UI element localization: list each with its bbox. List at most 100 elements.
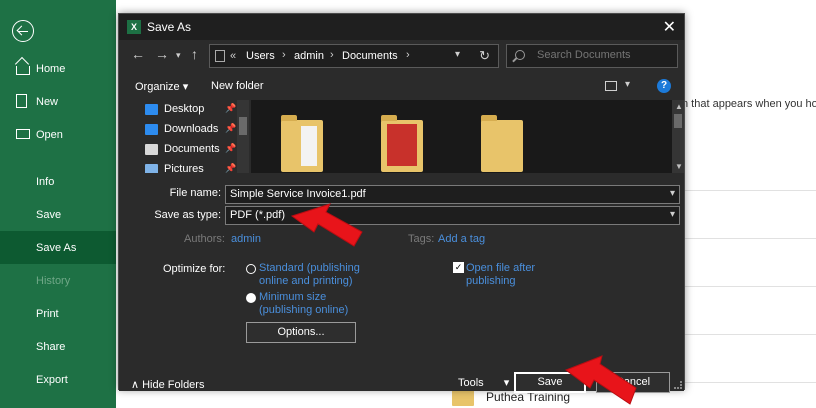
- file-name-label: File name:: [169, 187, 221, 199]
- search-box[interactable]: [506, 44, 678, 68]
- breadcrumb-users[interactable]: Users: [246, 50, 275, 62]
- sidebar-item-label: History: [36, 274, 71, 287]
- file-name-value: Simple Service Invoice1.pdf: [230, 188, 366, 200]
- hide-folders-label: Hide Folders: [142, 379, 205, 391]
- nav-scrollbar[interactable]: [237, 100, 249, 173]
- save-button[interactable]: Save: [514, 372, 586, 393]
- new-document-icon: [16, 94, 27, 108]
- sidebar-item-export[interactable]: Export: [0, 363, 116, 396]
- sidebar-item-label: Share: [36, 340, 66, 353]
- home-icon: [16, 66, 30, 75]
- chevron-right-icon[interactable]: ›: [330, 49, 334, 61]
- folder-icon: [281, 115, 323, 172]
- chevron-down-icon[interactable]: ▾: [455, 49, 460, 60]
- nav-item-label: Desktop: [164, 103, 205, 115]
- chevron-up-icon[interactable]: ▲: [675, 102, 683, 111]
- breadcrumb-admin[interactable]: admin: [294, 50, 324, 62]
- authors-label: Authors:: [184, 233, 225, 245]
- option-text-line: (publishing online): [259, 304, 349, 316]
- tools-button[interactable]: Tools ▾: [458, 376, 509, 389]
- sidebar-item-new[interactable]: New: [0, 85, 116, 118]
- dialog-titlebar: X Save As ✕: [119, 14, 684, 40]
- hide-folders-toggle[interactable]: ∧ Hide Folders: [131, 378, 204, 391]
- sidebar-item-label: Print: [36, 307, 59, 320]
- new-folder-button[interactable]: New folder: [211, 80, 264, 92]
- video-folder-icon: [381, 115, 423, 172]
- tags-label: Tags:: [408, 233, 435, 245]
- sidebar-item-home[interactable]: Home: [0, 52, 116, 85]
- sidebar-item-save[interactable]: Save: [0, 198, 116, 231]
- close-icon[interactable]: ✕: [663, 17, 676, 37]
- save-as-dialog: X Save As ✕ ← → ▾ ↑ « Users › admin › Do…: [118, 13, 685, 393]
- chevron-down-icon[interactable]: ▾: [670, 188, 675, 199]
- save-type-label: Save as type:: [154, 209, 221, 221]
- computer-icon: [215, 50, 225, 62]
- search-input[interactable]: [537, 49, 672, 61]
- option-text-line: publishing: [466, 275, 516, 287]
- open-after-publishing-label[interactable]: Open file after publishing: [466, 262, 535, 288]
- authors-value[interactable]: admin: [231, 233, 261, 245]
- chevron-down-icon[interactable]: ▾: [625, 79, 630, 90]
- folder-icon: [481, 115, 523, 172]
- minimum-size-option-label[interactable]: Minimum size (publishing online): [259, 291, 348, 317]
- chevron-down-icon[interactable]: ▾: [670, 209, 675, 220]
- search-icon: [515, 50, 525, 60]
- resize-grip-icon[interactable]: [674, 381, 682, 389]
- forward-icon[interactable]: →: [155, 46, 169, 62]
- scrollbar-thumb[interactable]: [239, 117, 247, 135]
- help-icon[interactable]: ?: [657, 79, 671, 93]
- folder-item[interactable]: [375, 110, 425, 173]
- back-arrow-icon[interactable]: [12, 20, 34, 42]
- folder-item[interactable]: [475, 110, 525, 173]
- back-icon[interactable]: ←: [131, 46, 145, 62]
- breadcrumb-documents[interactable]: Documents: [342, 50, 398, 62]
- option-text-line: Minimum size: [259, 291, 327, 303]
- sidebar-item-info[interactable]: Info: [0, 165, 116, 198]
- open-after-publishing-checkbox[interactable]: ✓: [453, 262, 464, 273]
- nav-item-downloads[interactable]: Downloads 📌: [145, 120, 236, 138]
- pin-icon: 📌: [225, 103, 237, 113]
- standard-radio[interactable]: [246, 264, 256, 274]
- cancel-button[interactable]: Cancel: [596, 372, 670, 393]
- tags-value[interactable]: Add a tag: [438, 233, 485, 245]
- optimize-label: Optimize for:: [163, 263, 226, 275]
- breadcrumb-overflow[interactable]: «: [230, 50, 236, 62]
- save-type-select[interactable]: PDF (*.pdf) ▾: [225, 206, 680, 225]
- organize-button[interactable]: Organize ▾: [135, 80, 188, 93]
- option-text-line: Open file after: [466, 262, 536, 274]
- sidebar-item-label: Info: [36, 175, 55, 188]
- scrollbar-thumb[interactable]: [674, 114, 682, 128]
- excel-logo-icon: X: [127, 20, 141, 34]
- chevron-down-icon: ▾: [503, 377, 510, 389]
- chevron-right-icon[interactable]: ›: [282, 49, 286, 61]
- option-text-line: Standard (publishing: [259, 262, 360, 274]
- sidebar-item-save-as[interactable]: Save As: [0, 231, 116, 264]
- address-bar[interactable]: « Users › admin › Documents › ▾ ↻: [209, 44, 499, 68]
- save-form: File name: Simple Service Invoice1.pdf ▾ …: [119, 173, 684, 393]
- options-button[interactable]: Options...: [246, 322, 356, 343]
- refresh-icon[interactable]: ↻: [479, 48, 490, 64]
- recent-locations-icon[interactable]: ▾: [176, 50, 181, 61]
- nav-item-documents[interactable]: Documents 📌: [145, 140, 236, 158]
- view-options-icon[interactable]: [605, 81, 617, 91]
- folder-item[interactable]: [275, 110, 325, 173]
- open-folder-icon: [16, 129, 30, 139]
- standard-option-label[interactable]: Standard (publishing online and printing): [259, 262, 360, 288]
- up-icon[interactable]: ↑: [191, 46, 198, 62]
- sidebar-item-open[interactable]: Open: [0, 118, 116, 151]
- sidebar-item-label: Export: [36, 373, 68, 386]
- navigation-pane: Desktop 📌 Downloads 📌 Documents 📌 Pictures 📌: [119, 100, 251, 175]
- nav-item-desktop[interactable]: Desktop 📌: [145, 100, 236, 118]
- file-scrollbar[interactable]: ▲ ▼: [672, 100, 684, 173]
- sidebar-item-share[interactable]: Share: [0, 330, 116, 363]
- navigation-bar: ← → ▾ ↑ « Users › admin › Documents › ▾ …: [119, 40, 684, 72]
- file-name-input[interactable]: Simple Service Invoice1.pdf ▾: [225, 185, 680, 204]
- sidebar-item-print[interactable]: Print: [0, 297, 116, 330]
- dialog-title: Save As: [147, 20, 192, 34]
- download-icon: [145, 123, 158, 135]
- file-list: [251, 100, 672, 173]
- pin-icon: 📌: [225, 143, 237, 153]
- chevron-down-icon[interactable]: ▼: [675, 162, 683, 171]
- minimum-size-radio[interactable]: [246, 293, 256, 303]
- chevron-right-icon[interactable]: ›: [406, 49, 410, 61]
